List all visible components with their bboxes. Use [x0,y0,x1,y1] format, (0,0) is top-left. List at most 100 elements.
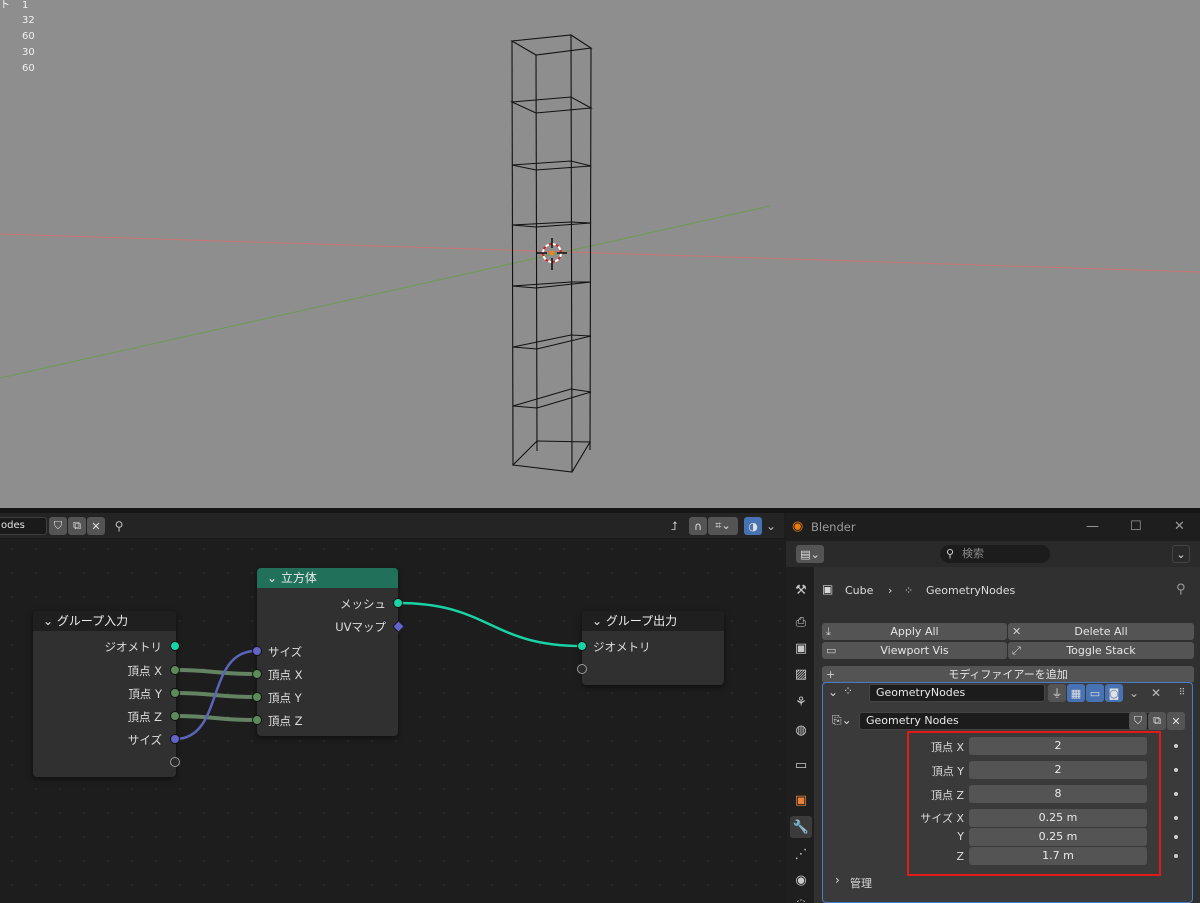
output-socket-empty[interactable] [170,757,180,767]
button-label: Delete All [1074,625,1128,638]
modifier-name-field[interactable]: GeometryNodes [869,684,1045,702]
output-socket-size[interactable] [170,734,180,744]
geometry-node-editor[interactable]: odes ⛉ ⧉ ✕ ⚲ ⮥ ∩ ⌗⌄ ◑ ⌄ ⌄ グループ入力 ジオメトリ 頂… [0,513,784,903]
render-tab-icon[interactable]: ⎙ [790,611,812,633]
monitor-icon: ▭ [826,644,837,657]
keyframe-dot-icon[interactable] [1174,816,1178,820]
socket-label: サイズ [268,645,303,659]
modifier-tab-icon[interactable]: 🔧 [790,816,812,838]
tool-tab-icon[interactable]: ⚒ [790,579,812,601]
node-group-field[interactable]: Geometry Nodes [859,712,1163,730]
group-output-node[interactable]: ⌄ グループ出力 ジオメトリ [577,611,724,685]
cube-node[interactable]: ⌄ 立方体 メッシュ UVマップ サイズ 頂点 X 頂点 Y 頂点 Z [252,568,405,736]
socket-label: 頂点 Z [127,710,162,724]
viewport-display-icon[interactable]: ▭ [1086,684,1104,702]
keyframe-dot-icon[interactable] [1174,792,1178,796]
socket-label: UVマップ [335,620,386,634]
window-close-icon[interactable]: ✕ [1174,519,1185,534]
manage-panel-label[interactable]: 管理 [850,875,872,891]
button-label: Toggle Stack [1066,644,1136,657]
input-socket-vertex-x[interactable] [252,669,262,679]
stat-value: 30 [22,47,35,58]
geometry-nodes-icon: ⁘ [843,684,854,698]
collapse-chevron-icon[interactable]: ⌄ [592,614,606,628]
stat-value: 60 [22,31,35,42]
edit-mode-icon[interactable]: ⏚ [1048,684,1066,702]
button-label: Viewport Vis [880,644,949,657]
output-socket-vertex-z[interactable] [170,711,180,721]
render-camera-icon[interactable]: ◙ [1105,684,1123,702]
chevron-down-icon[interactable]: ⌄ [1125,684,1143,702]
input-socket-size[interactable] [252,646,262,656]
breadcrumb-object: Cube [845,584,874,597]
duplicate-icon[interactable]: ⧉ [1148,712,1166,730]
plus-icon: + [826,668,836,681]
maximize-icon[interactable]: ☐ [1130,519,1142,534]
search-icon: ⚲ [946,547,955,560]
keyframe-dot-icon[interactable] [1174,744,1178,748]
socket-label: 頂点 X [127,664,162,678]
group-input-node[interactable]: ⌄ グループ入力 ジオメトリ 頂点 X 頂点 Y 頂点 Z サイズ [33,611,180,777]
socket-label: 頂点 Y [268,691,302,705]
node-title: 立方体 [280,571,317,585]
output-socket-vertex-x[interactable] [170,665,180,675]
input-socket-vertex-y[interactable] [252,692,262,702]
view-layer-tab-icon[interactable]: ▨ [790,663,812,685]
node-header[interactable]: ⌄ グループ入力 [33,611,176,631]
object-tab-icon[interactable]: ▣ [790,789,812,811]
toggle-stack-button[interactable]: ⤢ Toggle Stack [1008,642,1194,659]
collection-tab-icon[interactable]: ▭ [790,754,812,776]
drag-handle-icon[interactable]: ⠿ [1173,684,1191,702]
chevron-down-icon[interactable]: ⌄ [1172,545,1190,563]
highlight-box [907,731,1161,876]
physics-tab-icon[interactable]: ◉ [790,869,812,891]
fake-user-shield-icon[interactable]: ⛉ [1129,712,1147,730]
download-icon: ⤓ [826,625,831,638]
output-tab-icon[interactable]: ▣ [790,637,812,659]
geometry-nodes-modifier-panel: ⌄ ⁘ GeometryNodes ⏚ ▦ ▭ ◙ ⌄ ✕ ⠿ ⎘⌄ Geome… [822,682,1193,903]
properties-tabs: ⚒ ⎙ ▣ ▨ ⚘ ◍ ▭ ▣ 🔧 ⋰ ◉ ◌ [786,567,814,903]
editor-type-icon[interactable]: ▤⌄ [796,545,824,563]
node-header[interactable]: ⌄ 立方体 [257,568,398,588]
scene-tab-icon[interactable]: ⚘ [790,691,812,713]
close-icon[interactable]: ✕ [1167,712,1185,730]
breadcrumb-separator-icon: › [888,584,893,597]
pin-icon[interactable]: ⚲ [1176,582,1186,597]
on-cage-icon[interactable]: ▦ [1067,684,1085,702]
node-header[interactable]: ⌄ グループ出力 [582,611,724,631]
particles-tab-icon[interactable]: ⋰ [790,843,812,865]
object-icon: ▣ [822,582,834,596]
socket-label: ジオメトリ [593,640,651,654]
chevron-right-icon[interactable]: › [835,873,840,887]
minimize-icon[interactable]: — [1086,519,1099,534]
keyframe-dot-icon[interactable] [1174,835,1178,839]
output-socket-vertex-y[interactable] [170,688,180,698]
blender-logo-icon: ◉ [792,519,804,534]
socket-label: サイズ [127,733,162,747]
input-socket-geometry[interactable] [577,641,587,651]
collapse-chevron-icon[interactable]: ⌄ [267,571,281,585]
socket-label: 頂点 X [268,668,303,682]
keyframe-dot-icon[interactable] [1174,854,1178,858]
socket-label: ジオメトリ [104,640,163,654]
node-tree-icon[interactable]: ⎘⌄ [832,713,852,728]
delete-all-button[interactable]: ✕ Delete All [1008,623,1194,640]
output-socket-geometry[interactable] [170,641,180,651]
input-socket-empty[interactable] [577,664,587,674]
socket-label: 頂点 Z [268,714,303,728]
3d-viewport[interactable]: ト 1 32 60 30 60 [0,0,1200,508]
viewport-vis-button[interactable]: ▭ Viewport Vis [822,642,1007,659]
world-tab-icon[interactable]: ◍ [790,719,812,741]
output-socket-mesh[interactable] [393,598,403,608]
keyframe-dot-icon[interactable] [1174,768,1178,772]
properties-window: ◉ Blender — ☐ ✕ ▤⌄ ⚲ 検索 ⌄ ⚒ ⎙ ▣ ▨ ⚘ ◍ ▭ … [786,513,1200,903]
add-modifier-button[interactable]: + モディファイアーを追加 [822,666,1194,683]
properties-header: ▤⌄ ⚲ 検索 ⌄ [786,541,1200,567]
collapse-chevron-icon[interactable]: ⌄ [43,614,57,628]
remove-modifier-icon[interactable]: ✕ [1147,684,1165,702]
constraints-tab-icon[interactable]: ◌ [790,893,812,903]
apply-all-button[interactable]: ⤓ Apply All [822,623,1007,640]
input-socket-vertex-z[interactable] [252,715,262,725]
search-input[interactable]: ⚲ 検索 [940,545,1050,563]
collapse-chevron-icon[interactable]: ⌄ [828,685,838,699]
